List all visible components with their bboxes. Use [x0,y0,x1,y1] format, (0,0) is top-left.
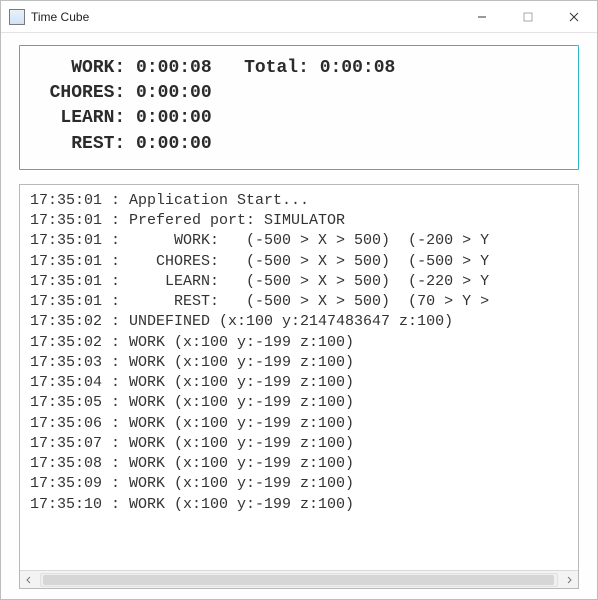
log-line: 17:35:06 : WORK (x:100 y:-199 z:100) [30,414,570,434]
window: Time Cube WORK: 0:00:08 Total: 0:00:08 C… [0,0,598,600]
log-line: 17:35:01 : Application Start... [30,191,570,211]
rest-label: REST: [71,134,125,154]
chevron-left-icon [25,576,33,584]
log-line: 17:35:05 : WORK (x:100 y:-199 z:100) [30,393,570,413]
total-label: Total: [244,58,309,78]
titlebar[interactable]: Time Cube [1,1,597,33]
scroll-left-button[interactable] [20,571,38,589]
maximize-icon [523,12,533,22]
close-button[interactable] [551,1,597,33]
log-line: 17:35:04 : WORK (x:100 y:-199 z:100) [30,373,570,393]
rest-value: 0:00:00 [136,134,212,154]
learn-value: 0:00:00 [136,108,212,128]
log-panel: 17:35:01 : Application Start...17:35:01 … [19,184,579,589]
chores-label: CHORES: [50,83,126,103]
log-line: 17:35:01 : CHORES: (-500 > X > 500) (-50… [30,252,570,272]
scroll-thumb[interactable] [43,575,554,585]
log-line: 17:35:10 : WORK (x:100 y:-199 z:100) [30,495,570,515]
total-value: 0:00:08 [320,58,396,78]
scroll-right-button[interactable] [560,571,578,589]
close-icon [569,12,579,22]
chores-value: 0:00:00 [136,83,212,103]
summary-panel: WORK: 0:00:08 Total: 0:00:08 CHORES: 0:0… [19,45,579,170]
log-line: 17:35:08 : WORK (x:100 y:-199 z:100) [30,454,570,474]
summary-row-rest: REST: 0:00:00 [28,132,570,157]
log-output[interactable]: 17:35:01 : Application Start...17:35:01 … [20,185,578,570]
log-line: 17:35:09 : WORK (x:100 y:-199 z:100) [30,474,570,494]
app-icon [9,9,25,25]
chevron-right-icon [565,576,573,584]
minimize-icon [477,12,487,22]
log-line: 17:35:07 : WORK (x:100 y:-199 z:100) [30,434,570,454]
log-line: 17:35:02 : UNDEFINED (x:100 y:2147483647… [30,312,570,332]
maximize-button[interactable] [505,1,551,33]
log-line: 17:35:01 : WORK: (-500 > X > 500) (-200 … [30,231,570,251]
window-title: Time Cube [31,10,89,24]
summary-row-learn: LEARN: 0:00:00 [28,106,570,131]
scroll-track[interactable] [40,573,558,587]
minimize-button[interactable] [459,1,505,33]
log-line: 17:35:03 : WORK (x:100 y:-199 z:100) [30,353,570,373]
horizontal-scrollbar[interactable] [20,570,578,588]
log-line: 17:35:01 : REST: (-500 > X > 500) (70 > … [30,292,570,312]
learn-label: LEARN: [60,108,125,128]
work-label: WORK: [71,58,125,78]
summary-row-work: WORK: 0:00:08 Total: 0:00:08 [28,56,570,81]
log-line: 17:35:02 : WORK (x:100 y:-199 z:100) [30,333,570,353]
work-value: 0:00:08 [136,58,212,78]
client-area: WORK: 0:00:08 Total: 0:00:08 CHORES: 0:0… [1,33,597,599]
log-line: 17:35:01 : LEARN: (-500 > X > 500) (-220… [30,272,570,292]
log-line: 17:35:01 : Prefered port: SIMULATOR [30,211,570,231]
summary-row-chores: CHORES: 0:00:00 [28,81,570,106]
